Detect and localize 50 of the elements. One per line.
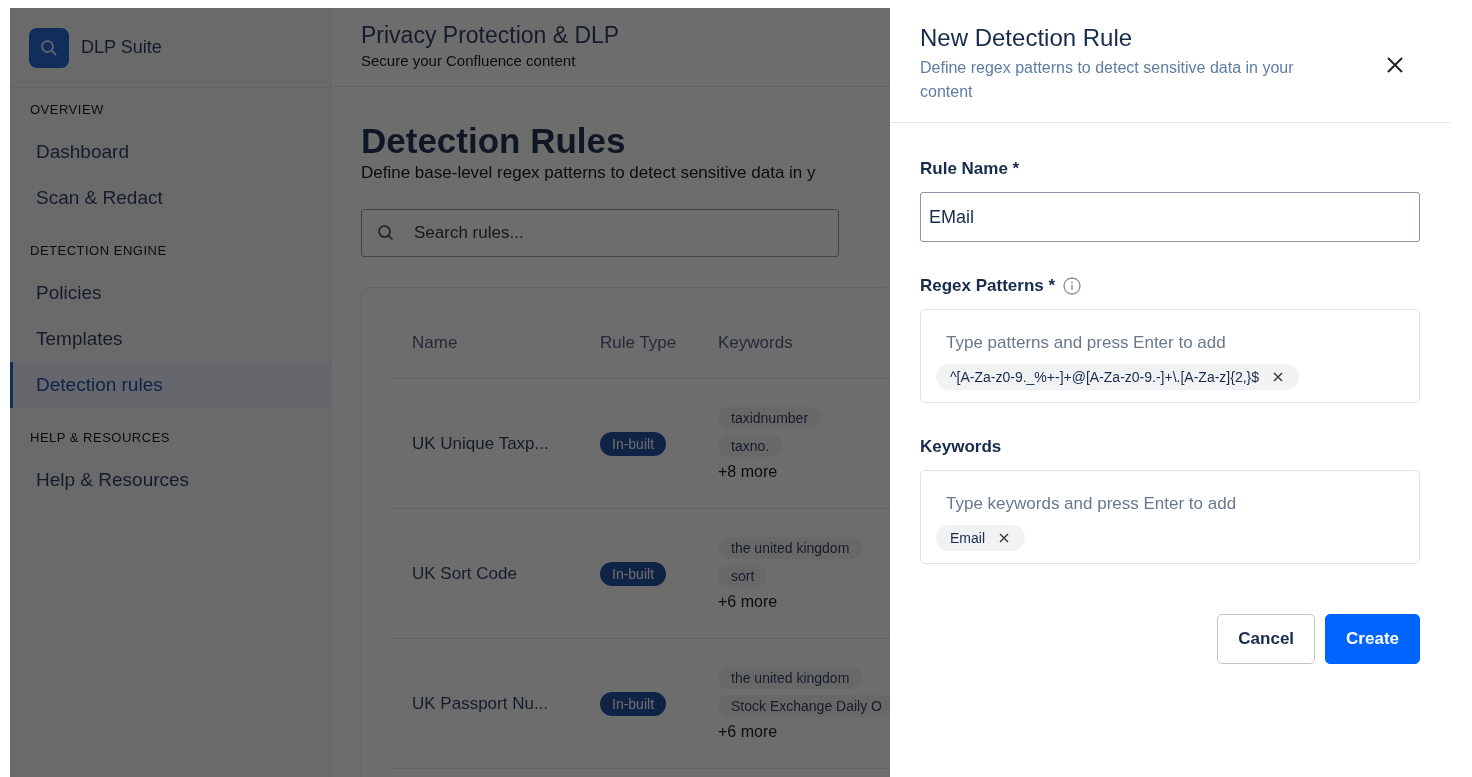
- keyword-chip: taxno.: [718, 434, 783, 457]
- drawer-title: New Detection Rule: [920, 24, 1134, 52]
- more-keywords-text: +6 more: [718, 592, 778, 611]
- create-button[interactable]: Create: [1325, 614, 1420, 664]
- field-label: Keywords: [920, 437, 1002, 457]
- rule-type-badge: In-built: [600, 691, 667, 716]
- keyword-chip: the united kingdom: [718, 536, 863, 559]
- page-description: Define base-level regex patterns to detect sensitive data in y: [361, 163, 817, 183]
- more-keywords-text: +6 more: [718, 722, 778, 741]
- rule-name-cell-text: UK Sort Code: [411, 563, 518, 584]
- sidebar-item[interactable]: Dashboard: [10, 129, 330, 175]
- search-icon: [377, 224, 395, 242]
- rule-name-input[interactable]: EMail: [920, 192, 1420, 242]
- keyword-chip: sort: [718, 564, 768, 587]
- header-title: Privacy Protection & DLP: [361, 22, 621, 49]
- field-label: Regex Patterns *: [920, 276, 1056, 296]
- section-heading: HELP & RESOURCES: [29, 430, 171, 447]
- section-heading: DETECTION ENGINE: [29, 243, 168, 260]
- drawer-subtitle: Define regex patterns to detect sensitive data in your content: [920, 58, 1295, 102]
- keyword-chip: taxidnumber: [718, 406, 822, 429]
- brand-name: DLP Suite: [81, 37, 162, 58]
- column-header: Keywords: [718, 333, 793, 353]
- remove-icon[interactable]: [1273, 372, 1284, 382]
- sidebar-item[interactable]: Help & Resources: [10, 457, 330, 503]
- tag-input-field[interactable]: Type patterns and press Enter to add ^[A-Za-z0-9._%+-]+@[A-Za-z0-9.-]+\.[A-Za-z]{2,}$: [920, 309, 1420, 403]
- sidebar-item[interactable]: Templates: [10, 316, 330, 362]
- cancel-button[interactable]: Cancel: [1217, 614, 1316, 664]
- sidebar-item[interactable]: Scan & Redact: [10, 175, 330, 221]
- tag-input-field[interactable]: Type keywords and press Enter to add Email: [920, 470, 1420, 564]
- rule-name-cell-text: UK Unique Taxp...: [411, 433, 550, 454]
- section-heading: OVERVIEW: [29, 102, 105, 119]
- rule-type-badge: In-built: [600, 561, 667, 586]
- tag-text: Email: [950, 530, 985, 546]
- field-label: Rule Name *: [920, 159, 1020, 179]
- close-icon: [1386, 56, 1404, 74]
- keyword-chip: the united kingdom: [718, 666, 863, 689]
- rule-type-badge: In-built: [600, 431, 667, 456]
- sidebar-item[interactable]: Policies: [10, 270, 330, 316]
- remove-icon[interactable]: [999, 533, 1009, 543]
- search-field[interactable]: Search rules...: [361, 209, 839, 257]
- tag-text: ^[A-Za-z0-9._%+-]+@[A-Za-z0-9.-]+\.[A-Za-z]{2,}$: [950, 369, 1260, 385]
- header-subtitle: Secure your Confluence content: [361, 52, 577, 69]
- sidebar-item[interactable]: Detection rules: [10, 362, 330, 408]
- page-title: Detection Rules: [361, 121, 627, 161]
- column-header: Rule Type: [600, 333, 678, 353]
- search-logo-icon: [29, 27, 69, 68]
- more-keywords-text: +8 more: [718, 462, 778, 481]
- info-icon[interactable]: [1063, 277, 1082, 295]
- column-header: Name: [411, 333, 459, 353]
- rule-name-cell-text: UK Passport Nu...: [411, 693, 550, 714]
